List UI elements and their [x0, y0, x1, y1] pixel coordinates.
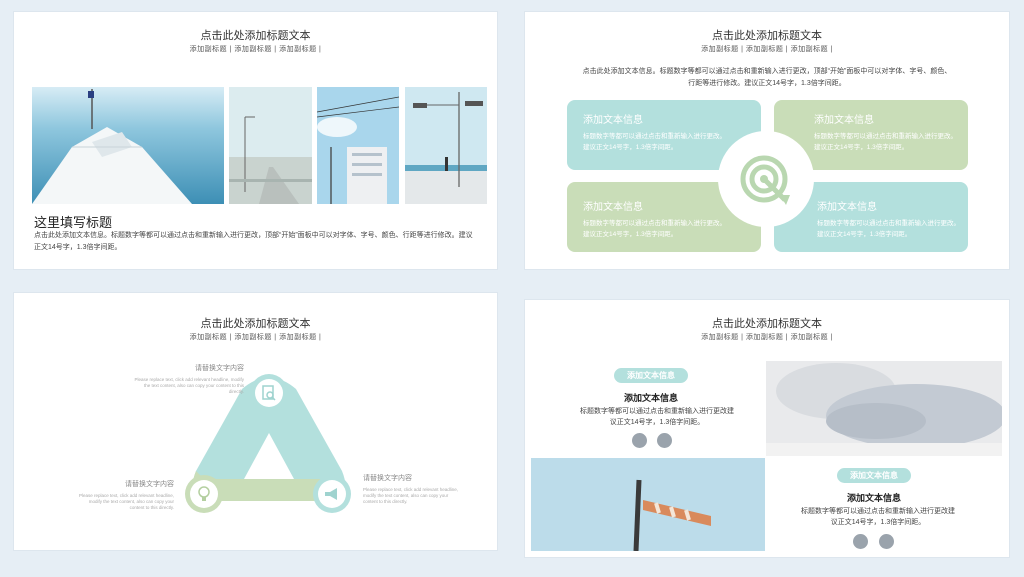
slide-1[interactable]: 点击此处添加标题文本 添加副标题 | 添加副标题 | 添加副标题 | 这里填写标…	[14, 12, 497, 269]
photo-road	[229, 87, 312, 204]
label-top: 请替换文字内容 Please replace text, click add r…	[134, 365, 244, 394]
photo-bedding	[766, 361, 1002, 456]
photo-buildings	[317, 87, 399, 204]
target-icon	[718, 131, 814, 227]
label-left: 请替换文字内容 Please replace text, click add r…	[78, 481, 174, 510]
slide-title: 点击此处添加标题文本	[712, 30, 822, 42]
slide-title: 点击此处添加标题文本	[200, 30, 311, 42]
slide-3[interactable]: 点击此处添加标题文本 添加副标题 | 添加副标题 | 添加副标题 | 请替换文字…	[14, 293, 497, 550]
photo-crosswalk	[405, 87, 487, 204]
slide-4[interactable]: 点击此处添加标题文本 添加副标题 | 添加副标题 | 添加副标题 | 添加文本信…	[525, 300, 1009, 557]
card-heading: 添加文本信息	[817, 202, 877, 213]
card-body: 标题数字等都可以通过点击和重新输入进行更改。建议正文14号字，1.3倍字间距。	[817, 220, 960, 238]
database-icon[interactable]	[853, 534, 868, 549]
block-body: 标题数字等都可以通过点击和重新输入进行更改建议正文14号字，1.3倍字间距。	[801, 508, 955, 526]
tag-pill[interactable]: 添加文本信息	[837, 468, 911, 483]
block-heading: 添加文本信息	[623, 393, 678, 403]
section-heading: 这里填写标题	[34, 215, 113, 230]
card-heading: 添加文本信息	[583, 115, 643, 126]
block-body: 标题数字等都可以通过点击和重新输入进行更改建议正文14号字，1.3倍字间距。	[580, 408, 734, 426]
label-right: 请替换文字内容 Please replace text, click add r…	[363, 475, 459, 504]
slide-subtitle: 添加副标题 | 添加副标题 | 添加副标题 |	[189, 46, 322, 53]
slide-title: 点击此处添加标题文本	[200, 318, 311, 330]
photo-windsock	[531, 458, 765, 551]
card-body: 标题数字等都可以通过点击和重新输入进行更改。建议正文14号字，1.3倍字间距。	[814, 133, 957, 151]
card-heading: 添加文本信息	[814, 115, 874, 126]
document-search-icon	[262, 385, 276, 406]
share-icon[interactable]	[879, 534, 894, 549]
megaphone-icon	[324, 487, 340, 506]
card-heading: 添加文本信息	[583, 202, 643, 213]
block-heading: 添加文本信息	[846, 493, 901, 503]
lightbulb-icon	[197, 486, 211, 507]
body-text: 点击此处添加文本信息。标题数字等都可以通过点击和重新输入进行更改，顶部“开始”面…	[34, 232, 473, 251]
slide-2[interactable]: 点击此处添加标题文本 添加副标题 | 添加副标题 | 添加副标题 | 点击此处添…	[525, 12, 1009, 269]
slide-subtitle: 添加副标题 | 添加副标题 | 添加副标题 |	[189, 334, 322, 341]
tag-pill[interactable]: 添加文本信息	[614, 368, 688, 383]
wechat-icon[interactable]	[632, 433, 647, 448]
photo-boat	[32, 87, 224, 204]
slide-subtitle: 添加副标题 | 添加副标题 | 添加副标题 |	[701, 46, 833, 53]
slide-subtitle: 添加副标题 | 添加副标题 | 添加副标题 |	[701, 334, 833, 341]
card-body: 标题数字等都可以通过点击和重新输入进行更改。建议正文14号字，1.3倍字间距。	[583, 133, 726, 151]
slide-title: 点击此处添加标题文本	[712, 318, 822, 330]
microphone-icon[interactable]	[657, 433, 672, 448]
card-body: 标题数字等都可以通过点击和重新输入进行更改。建议正文14号字，1.3倍字间距。	[583, 220, 726, 238]
intro-text: 点击此处添加文本信息。标题数字等都可以通过点击和重新输入进行更改，顶部“开始”面…	[582, 68, 952, 87]
